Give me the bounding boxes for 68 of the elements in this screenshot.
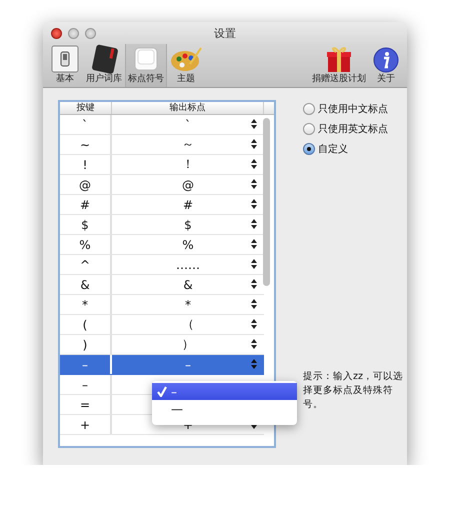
table-row[interactable]: * * (60, 295, 264, 315)
stepper-icon[interactable] (251, 219, 257, 229)
output-cell: ） (182, 336, 194, 353)
menu-item[interactable]: – (152, 383, 297, 400)
stepper-icon[interactable] (251, 279, 257, 289)
key-cell: – (60, 375, 112, 394)
toolbar-tab[interactable]: 关于 (369, 44, 403, 87)
output-cell: …… (176, 258, 200, 272)
output-cell: $ (184, 218, 192, 232)
key-cell: ! (60, 155, 112, 174)
notebook-icon (89, 44, 119, 74)
radio-button[interactable] (303, 123, 315, 135)
table-row[interactable]: ( （ (60, 315, 264, 335)
key-cell: – (60, 355, 112, 374)
output-cell: @ (182, 178, 194, 192)
toolbar-tab[interactable]: 标点符号 (125, 44, 167, 87)
key-cell: % (60, 235, 112, 254)
stepper-icon[interactable] (251, 259, 257, 269)
radio-label[interactable]: 自定义 (318, 142, 348, 156)
stepper-icon[interactable] (251, 299, 257, 309)
toolbar-tab[interactable]: 基本 (47, 44, 83, 87)
key-cell: + (60, 415, 112, 434)
selected-row[interactable]: – – (60, 355, 264, 375)
info-icon (372, 46, 400, 74)
output-cell: ` (185, 118, 191, 132)
menu-item[interactable]: — (152, 400, 297, 417)
output-cell: – (185, 358, 191, 372)
output-cell: % (182, 238, 194, 252)
key-cell: $ (60, 215, 112, 234)
stepper-icon[interactable] (251, 199, 257, 209)
toolbar-tab[interactable]: 主题 (167, 44, 205, 87)
table-row[interactable]: & & (60, 275, 264, 295)
stepper-icon[interactable] (251, 179, 257, 189)
hint-text: 提示：输入zz，可以选择更多标点及特殊符号。 (303, 370, 403, 412)
switch-icon (50, 44, 80, 74)
radio-label[interactable]: 只使用中文标点 (318, 102, 388, 116)
key-cell: * (60, 295, 112, 314)
output-cell: ～ (182, 136, 194, 153)
output-cell: ！ (182, 156, 194, 173)
output-cell: # (182, 198, 194, 212)
output-cell: & (183, 278, 193, 292)
column-header[interactable]: 按键 (60, 102, 112, 114)
stepper-icon[interactable] (251, 339, 257, 349)
key-cell: ^ (60, 255, 112, 274)
toolbar-tab[interactable]: 用户词库 (83, 44, 125, 87)
output-cell: * (185, 298, 191, 312)
key-cell: & (60, 275, 112, 294)
stepper-icon[interactable] (251, 159, 257, 169)
key-cell: # (60, 195, 112, 214)
window-title: 设置 (214, 26, 236, 41)
gift-icon (324, 44, 354, 74)
key-cell: ~ (60, 135, 112, 154)
radio-button[interactable] (303, 103, 315, 115)
key-cell: = (60, 395, 112, 414)
close-button[interactable] (51, 28, 62, 38)
stepper-icon[interactable] (251, 119, 257, 129)
key-cell: @ (60, 175, 112, 194)
radio-label[interactable]: 只使用英文标点 (318, 122, 388, 136)
key-cell: ( (60, 315, 112, 334)
stepper-icon[interactable] (251, 319, 257, 329)
toolbar-tab[interactable]: 捐赠送股计划 (309, 44, 369, 87)
output-cell: （ (182, 316, 194, 333)
stepper-icon[interactable] (251, 239, 257, 249)
column-header[interactable]: 输出标点 (112, 102, 264, 114)
scrollbar-thumb[interactable] (263, 118, 270, 286)
stepper-icon[interactable] (251, 139, 257, 149)
key-cell: ` (60, 115, 112, 134)
radio-button[interactable] (303, 143, 315, 155)
